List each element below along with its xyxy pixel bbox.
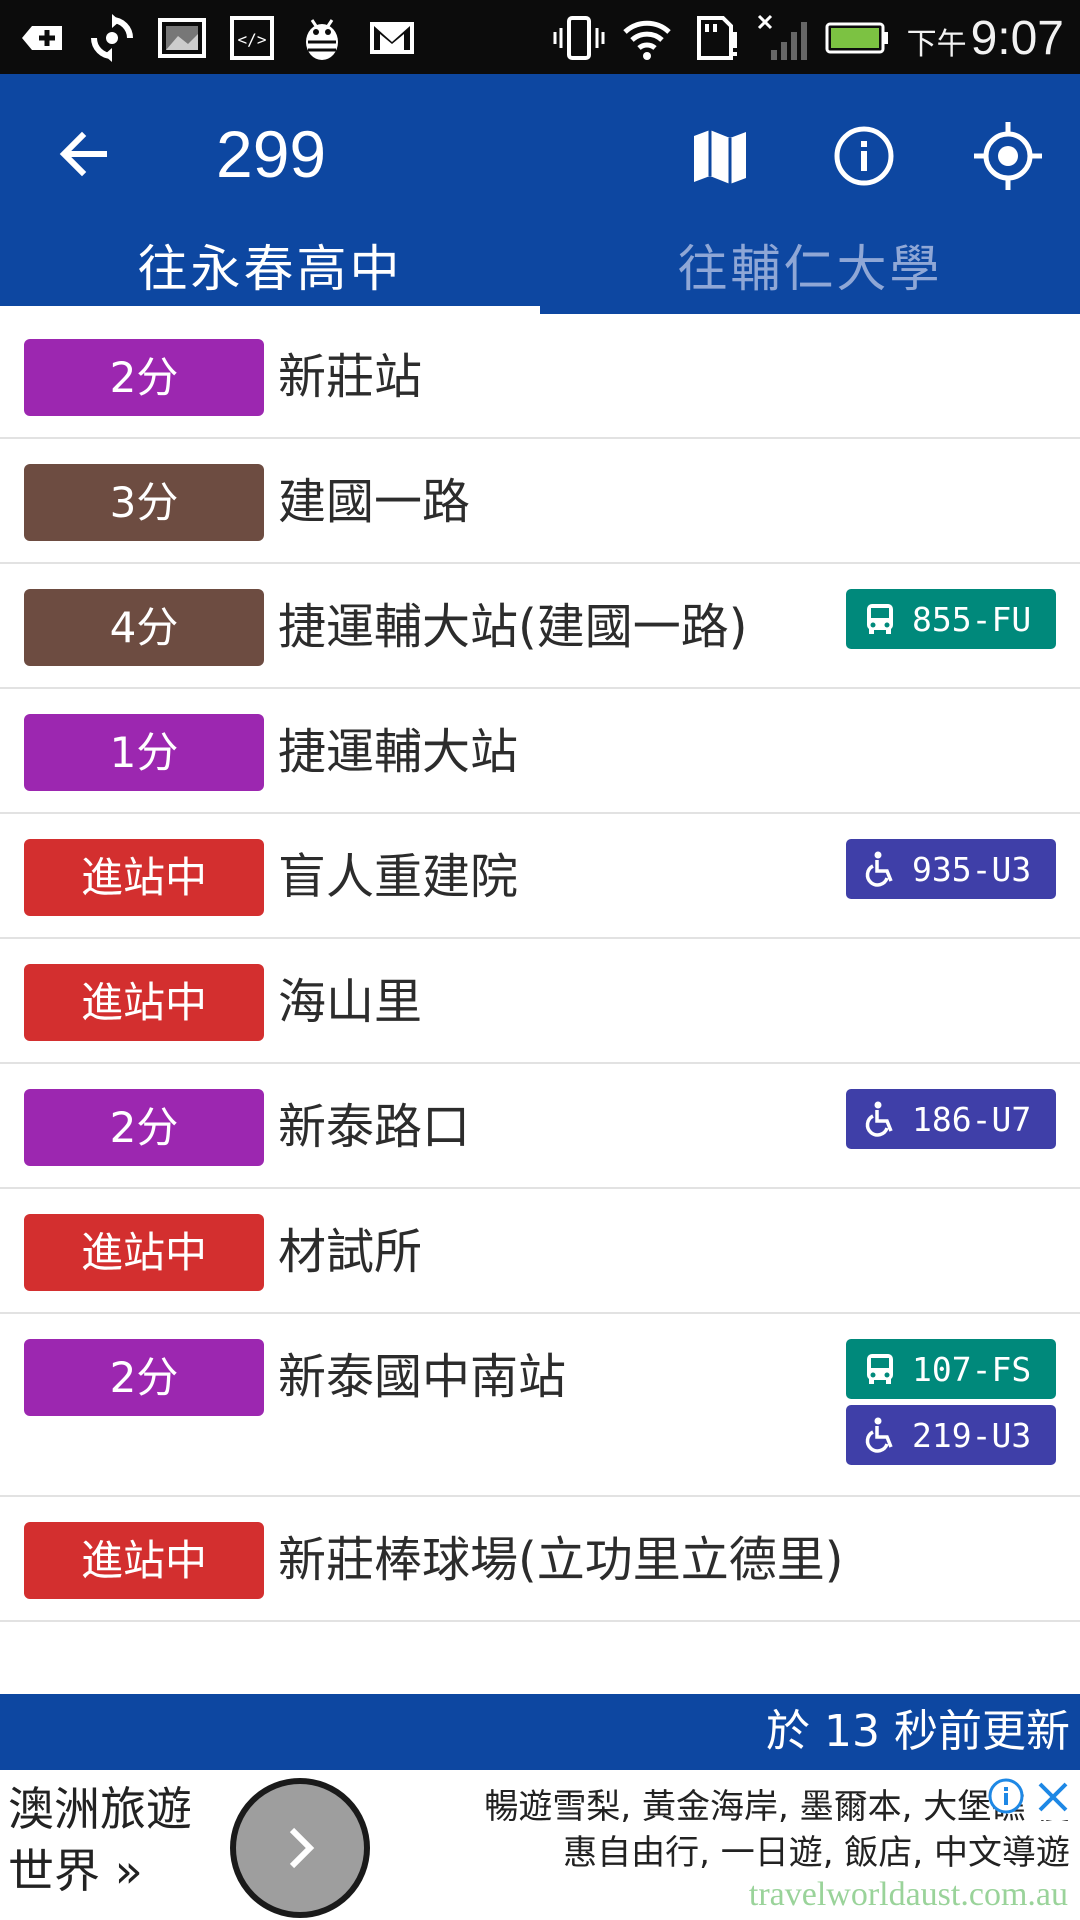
bus-plate-tag[interactable]: 107-FS [846, 1339, 1056, 1399]
bus-plate-tag[interactable]: 935-U3 [846, 839, 1056, 899]
stop-name: 新莊棒球場(立功里立德里) [278, 1532, 844, 1588]
eta-badge: 2分 [24, 1339, 264, 1416]
eta-badge: 2分 [24, 339, 264, 416]
bus-plate-tag[interactable]: 186-U7 [846, 1089, 1056, 1149]
stop-name: 捷運輔大站 [278, 724, 519, 780]
eta-badge: 進站中 [24, 839, 264, 916]
bus-plate-number: 219-U3 [912, 1415, 1032, 1455]
eta-badge: 進站中 [24, 964, 264, 1041]
stop-name: 材試所 [278, 1224, 423, 1280]
stop-row[interactable]: 3分 建國一路 [0, 439, 1080, 564]
signal-off-icon [757, 12, 809, 64]
chevron-right-icon [289, 1827, 315, 1869]
ad-title-line: 澳洲旅遊 [8, 1782, 192, 1836]
my-location-button[interactable] [970, 118, 1046, 194]
ad-close-button[interactable] [1030, 1774, 1076, 1820]
eta-badge: 2分 [24, 1089, 264, 1166]
ad-title[interactable]: 澳洲旅遊 世界 » [8, 1778, 192, 1902]
bus-plate-number: 186-U7 [912, 1099, 1032, 1139]
tab-label: 往永春高中 [137, 240, 403, 298]
stop-name: 捷運輔大站(建國一路) [278, 599, 748, 655]
stop-row[interactable]: 2分 新泰國中南站 107-FS 219-U3 [0, 1314, 1080, 1497]
stop-row[interactable]: 進站中 海山里 [0, 939, 1080, 1064]
bus-icon [860, 599, 900, 639]
stop-name: 建國一路 [278, 474, 471, 530]
gps-location-icon [974, 122, 1042, 190]
ad-description: 暢遊雪梨, 黃金海岸, 墨爾本, 大堡礁 優 惠自由行, 一日遊, 飯店, 中文… [390, 1784, 1070, 1876]
android-bug-icon [296, 12, 348, 64]
eta-badge: 進站中 [24, 1522, 264, 1599]
eta-badge: 進站中 [24, 1214, 264, 1291]
map-icon [694, 130, 746, 184]
ad-text-line: 惠自由行, 一日遊, 飯店, 中文導遊 [563, 1833, 1070, 1873]
app-bar: 299 往永春高中 往輔仁大學 [0, 74, 1080, 314]
update-status-bar: 於 13 秒前更新 [0, 1694, 1080, 1770]
battery-icon [825, 12, 891, 64]
stop-list[interactable]: 2分 新莊站 3分 建國一路 4分 捷運輔大站(建國一路) 855-FU 1分 捷運輔大站 進站中… [0, 314, 1080, 1694]
back-button[interactable] [48, 118, 120, 190]
sd-card-alert-icon [689, 12, 741, 64]
map-button[interactable] [682, 118, 758, 194]
stop-name: 新泰國中南站 [278, 1349, 567, 1405]
close-icon [1038, 1782, 1068, 1812]
sync-icon [86, 12, 138, 64]
route-number: 299 [216, 117, 327, 191]
bus-icon [860, 1349, 900, 1389]
wheelchair-icon [860, 1415, 900, 1455]
stop-row[interactable]: 4分 捷運輔大站(建國一路) 855-FU [0, 564, 1080, 689]
eta-badge: 4分 [24, 589, 264, 666]
svg-text:</>: </> [238, 30, 267, 49]
code-icon: </> [226, 12, 278, 64]
stop-row[interactable]: 進站中 材試所 [0, 1189, 1080, 1314]
clock: 下午 9:07 [907, 11, 1064, 66]
ad-open-button[interactable] [230, 1778, 370, 1918]
stop-row[interactable]: 1分 捷運輔大站 [0, 689, 1080, 814]
wheelchair-icon [860, 849, 900, 889]
info-icon [834, 126, 894, 186]
ad-text-line: 暢遊雪梨, 黃金海岸, 墨爾本, 大堡礁 優 [484, 1787, 1070, 1827]
clock-ampm: 下午 [906, 27, 967, 61]
ad-banner[interactable]: 澳洲旅遊 世界 » 暢遊雪梨, 黃金海岸, 墨爾本, 大堡礁 優 惠自由行, 一… [0, 1770, 1080, 1920]
stop-row[interactable]: 進站中 盲人重建院 935-U3 [0, 814, 1080, 939]
ad-url[interactable]: travelworldaust.com.au [749, 1876, 1068, 1914]
wifi-icon [621, 12, 673, 64]
stop-row[interactable]: 2分 新莊站 [0, 314, 1080, 439]
bus-plate-number: 855-FU [912, 599, 1032, 639]
bus-plate-tag[interactable]: 855-FU [846, 589, 1056, 649]
tab-direction-2[interactable]: 往輔仁大學 [540, 234, 1080, 314]
stop-row[interactable]: 進站中 新莊棒球場(立功里立德里) [0, 1497, 1080, 1622]
tab-direction-1[interactable]: 往永春高中 [0, 234, 540, 314]
info-button[interactable] [826, 118, 902, 194]
image-icon [156, 12, 208, 64]
bus-plate-tag[interactable]: 219-U3 [846, 1405, 1056, 1465]
gmail-icon [366, 12, 418, 64]
eta-badge: 3分 [24, 464, 264, 541]
clock-time: 9:07 [970, 11, 1064, 65]
ad-choices-icon[interactable] [986, 1776, 1026, 1816]
notification-icons: </> [16, 10, 418, 66]
eta-badge: 1分 [24, 714, 264, 791]
stop-name: 盲人重建院 [278, 849, 519, 905]
stop-row[interactable]: 2分 新泰路口 186-U7 [0, 1064, 1080, 1189]
stop-name: 新泰路口 [278, 1099, 471, 1155]
arrow-back-icon [59, 131, 107, 177]
tab-label: 往輔仁大學 [677, 240, 943, 298]
system-icons: 下午 9:07 [553, 10, 1064, 66]
update-status-text: 於 13 秒前更新 [766, 1706, 1070, 1757]
add-box-icon [16, 12, 68, 64]
bus-plate-number: 935-U3 [912, 849, 1032, 889]
bus-plate-number: 107-FS [912, 1349, 1032, 1389]
direction-tabs: 往永春高中 往輔仁大學 [0, 234, 1080, 314]
ad-title-line: 世界 » [8, 1844, 143, 1898]
wheelchair-icon [860, 1099, 900, 1139]
stop-name: 海山里 [278, 974, 423, 1030]
tab-indicator [0, 306, 540, 314]
vibrate-icon [553, 12, 605, 64]
status-bar: </> 下午 9:07 [0, 0, 1080, 74]
stop-name: 新莊站 [278, 349, 423, 405]
